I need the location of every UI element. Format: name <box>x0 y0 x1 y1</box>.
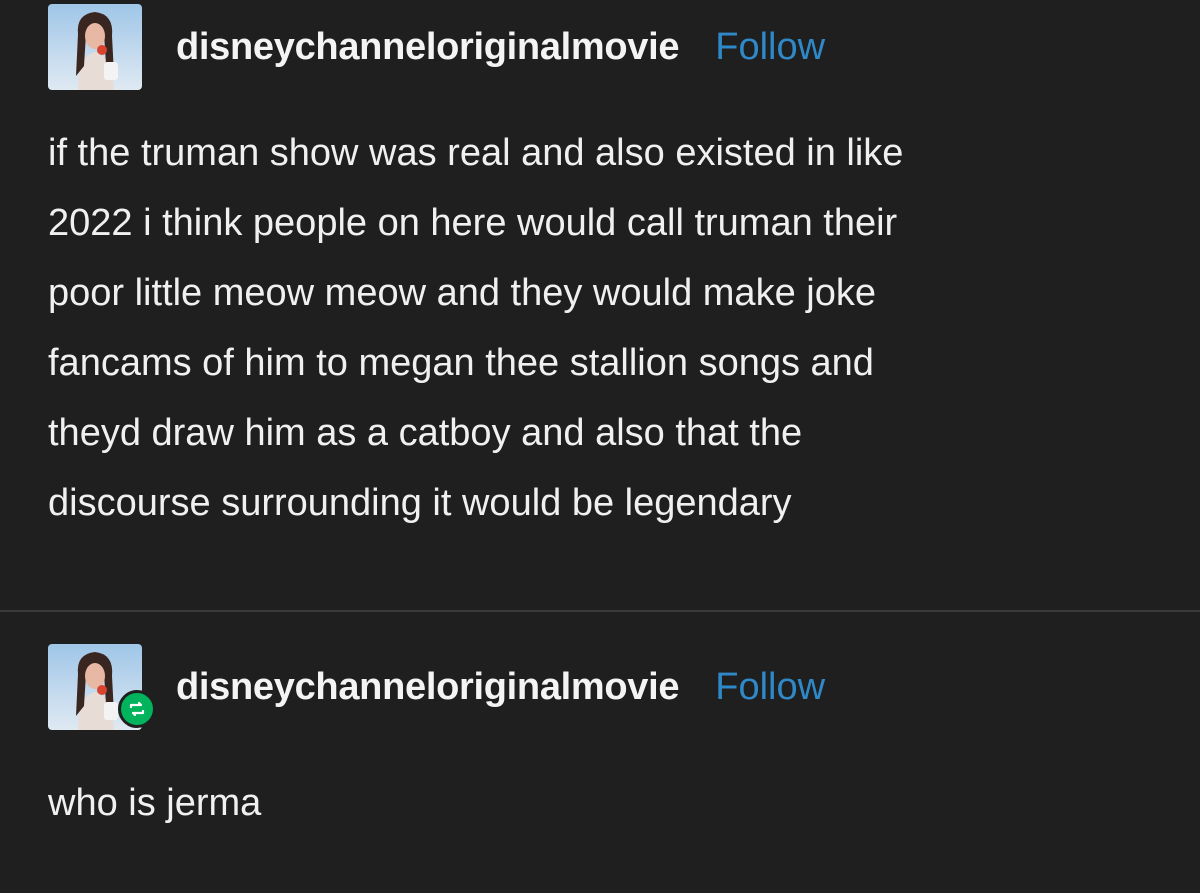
avatar[interactable] <box>48 644 156 730</box>
post-original: disneychanneloriginalmovie Follow if the… <box>0 0 1200 610</box>
post-body-line: who is jerma <box>48 782 262 824</box>
post-body-line: discourse surrounding it would be legend… <box>48 482 792 524</box>
post-body: who is jerma <box>48 768 261 838</box>
post-body-line: poor little meow meow and they would mak… <box>48 272 876 314</box>
avatar[interactable] <box>48 4 142 90</box>
avatar-icon <box>48 4 142 90</box>
follow-button[interactable]: Follow <box>715 666 825 709</box>
post-body-line: fancams of him to megan thee stallion so… <box>48 342 874 384</box>
post-header: disneychanneloriginalmovie Follow <box>48 644 825 730</box>
post-body: if the truman show was real and also exi… <box>48 118 903 538</box>
post-reblog: disneychanneloriginalmovie Follow who is… <box>0 612 1200 893</box>
post-body-line: theyd draw him as a catboy and also that… <box>48 412 803 454</box>
username[interactable]: disneychanneloriginalmovie <box>176 26 680 69</box>
username[interactable]: disneychanneloriginalmovie <box>176 666 680 709</box>
post-body-line: if the truman show was real and also exi… <box>48 132 904 174</box>
post-header: disneychanneloriginalmovie Follow <box>48 4 825 90</box>
post-body-line: 2022 i think people on here would call t… <box>48 202 898 244</box>
reblog-icon <box>129 701 145 717</box>
reblog-badge <box>118 690 156 728</box>
follow-button[interactable]: Follow <box>715 26 825 69</box>
